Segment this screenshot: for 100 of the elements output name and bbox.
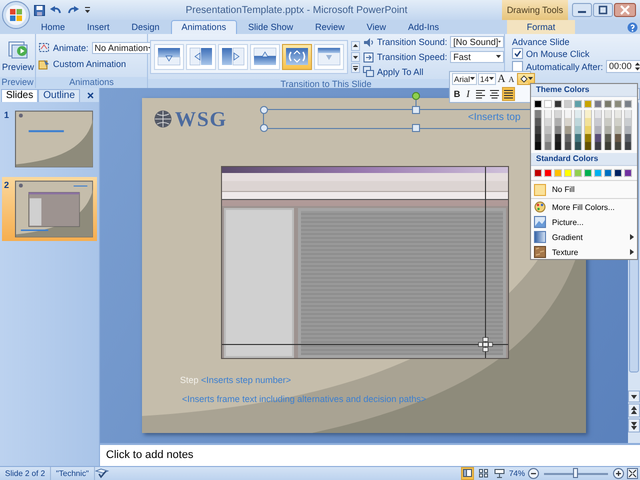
resize-handle[interactable] xyxy=(412,124,420,132)
color-swatch[interactable] xyxy=(624,100,632,108)
slide-thumbnail-item[interactable]: 1 xyxy=(2,107,97,171)
color-swatch[interactable] xyxy=(624,134,632,142)
color-swatch[interactable] xyxy=(584,126,592,134)
color-swatch[interactable] xyxy=(624,126,632,134)
transition-effect-button[interactable] xyxy=(250,44,280,70)
ribbon-tab[interactable]: Review xyxy=(304,20,356,34)
ribbon-tab[interactable]: Animations xyxy=(170,20,238,34)
color-swatch[interactable] xyxy=(604,126,612,134)
sound-dropdown[interactable]: [No Sound] xyxy=(450,36,504,48)
transition-effect-button[interactable] xyxy=(282,44,312,70)
italic-button[interactable]: I xyxy=(463,88,473,100)
menu-item[interactable]: No Fill xyxy=(531,180,637,199)
pane-tab[interactable]: Outline xyxy=(38,89,80,102)
preview-button[interactable]: Preview xyxy=(2,40,34,72)
redo-icon[interactable] xyxy=(67,4,79,16)
checkbox[interactable] xyxy=(512,61,523,72)
show-view-icon[interactable] xyxy=(492,467,506,480)
color-swatch[interactable] xyxy=(574,126,582,134)
color-swatch[interactable] xyxy=(564,126,572,134)
color-swatch[interactable] xyxy=(624,142,632,150)
menu-item[interactable]: Picture... xyxy=(531,214,637,229)
align-center-icon[interactable] xyxy=(488,87,501,101)
color-swatch[interactable] xyxy=(604,118,612,126)
color-swatch[interactable] xyxy=(594,118,602,126)
resize-handle[interactable] xyxy=(260,106,268,114)
color-swatch[interactable] xyxy=(604,110,612,118)
color-swatch[interactable] xyxy=(624,118,632,126)
transition-effect-button[interactable] xyxy=(314,44,344,70)
color-swatch[interactable] xyxy=(534,126,542,134)
spelling-check-icon[interactable] xyxy=(94,468,109,479)
normal-view-icon[interactable] xyxy=(460,467,474,480)
color-swatch[interactable] xyxy=(604,134,612,142)
color-swatch[interactable] xyxy=(534,142,542,150)
color-swatch[interactable] xyxy=(574,118,582,126)
color-swatch[interactable] xyxy=(614,142,622,150)
minimize-icon[interactable] xyxy=(572,3,592,17)
color-swatch[interactable] xyxy=(594,169,602,177)
customize-icon[interactable] xyxy=(84,6,91,14)
color-swatch[interactable] xyxy=(544,142,552,150)
fit-to-window-icon[interactable] xyxy=(627,468,638,479)
color-swatch[interactable] xyxy=(614,100,622,108)
color-swatch[interactable] xyxy=(564,169,572,177)
menu-item[interactable]: More Fill Colors... xyxy=(531,199,637,214)
color-swatch[interactable] xyxy=(554,126,562,134)
custom-animation-button[interactable]: Custom Animation xyxy=(38,58,154,70)
font-name-field[interactable]: Arial xyxy=(452,73,478,85)
save-icon[interactable] xyxy=(34,4,45,16)
color-swatch[interactable] xyxy=(594,110,602,118)
color-swatch[interactable] xyxy=(564,142,572,150)
color-swatch[interactable] xyxy=(554,118,562,126)
apply-to-all-button[interactable]: Apply To All xyxy=(363,66,424,77)
color-swatch[interactable] xyxy=(624,169,632,177)
ribbon-tab[interactable]: View xyxy=(356,20,397,34)
gallery-more-icon[interactable] xyxy=(351,62,360,72)
checkbox[interactable] xyxy=(512,48,523,59)
maximize-icon[interactable] xyxy=(593,3,613,17)
bold-button[interactable]: B xyxy=(452,88,462,100)
color-swatch[interactable] xyxy=(554,169,562,177)
ribbon-tab[interactable]: Home xyxy=(30,20,76,34)
color-swatch[interactable] xyxy=(544,110,552,118)
align-justify-icon[interactable] xyxy=(502,87,515,101)
color-swatch[interactable] xyxy=(554,100,562,108)
color-swatch[interactable] xyxy=(584,100,592,108)
color-swatch[interactable] xyxy=(564,118,572,126)
rotation-handle[interactable] xyxy=(412,92,420,106)
help-icon[interactable] xyxy=(627,22,638,33)
color-swatch[interactable] xyxy=(564,110,572,118)
zoom-in-icon[interactable] xyxy=(613,468,624,479)
sorter-view-icon[interactable] xyxy=(476,467,490,480)
ribbon-tab[interactable]: Slide Show xyxy=(237,20,304,34)
zoom-out-icon[interactable] xyxy=(528,468,539,479)
color-swatch[interactable] xyxy=(614,169,622,177)
align-left-icon[interactable] xyxy=(474,87,487,101)
color-swatch[interactable] xyxy=(594,134,602,142)
font-size-field[interactable]: 14 xyxy=(478,73,496,85)
color-swatch[interactable] xyxy=(534,100,542,108)
color-swatch[interactable] xyxy=(624,110,632,118)
color-swatch[interactable] xyxy=(614,134,622,142)
menu-item[interactable]: Gradient xyxy=(531,229,637,244)
color-swatch[interactable] xyxy=(594,126,602,134)
color-swatch[interactable] xyxy=(604,100,612,108)
color-swatch[interactable] xyxy=(574,100,582,108)
color-swatch[interactable] xyxy=(544,134,552,142)
color-swatch[interactable] xyxy=(534,134,542,142)
close-icon[interactable] xyxy=(87,92,94,99)
color-swatch[interactable] xyxy=(604,142,612,150)
color-swatch[interactable] xyxy=(564,100,572,108)
color-swatch[interactable] xyxy=(544,118,552,126)
pane-tab[interactable]: Slides xyxy=(1,89,38,102)
color-swatch[interactable] xyxy=(554,134,562,142)
color-swatch[interactable] xyxy=(534,169,542,177)
color-swatch[interactable] xyxy=(584,169,592,177)
color-swatch[interactable] xyxy=(584,134,592,142)
color-swatch[interactable] xyxy=(544,100,552,108)
color-swatch[interactable] xyxy=(554,142,562,150)
gallery-up-icon[interactable] xyxy=(351,40,360,50)
color-swatch[interactable] xyxy=(584,110,592,118)
color-swatch[interactable] xyxy=(584,142,592,150)
